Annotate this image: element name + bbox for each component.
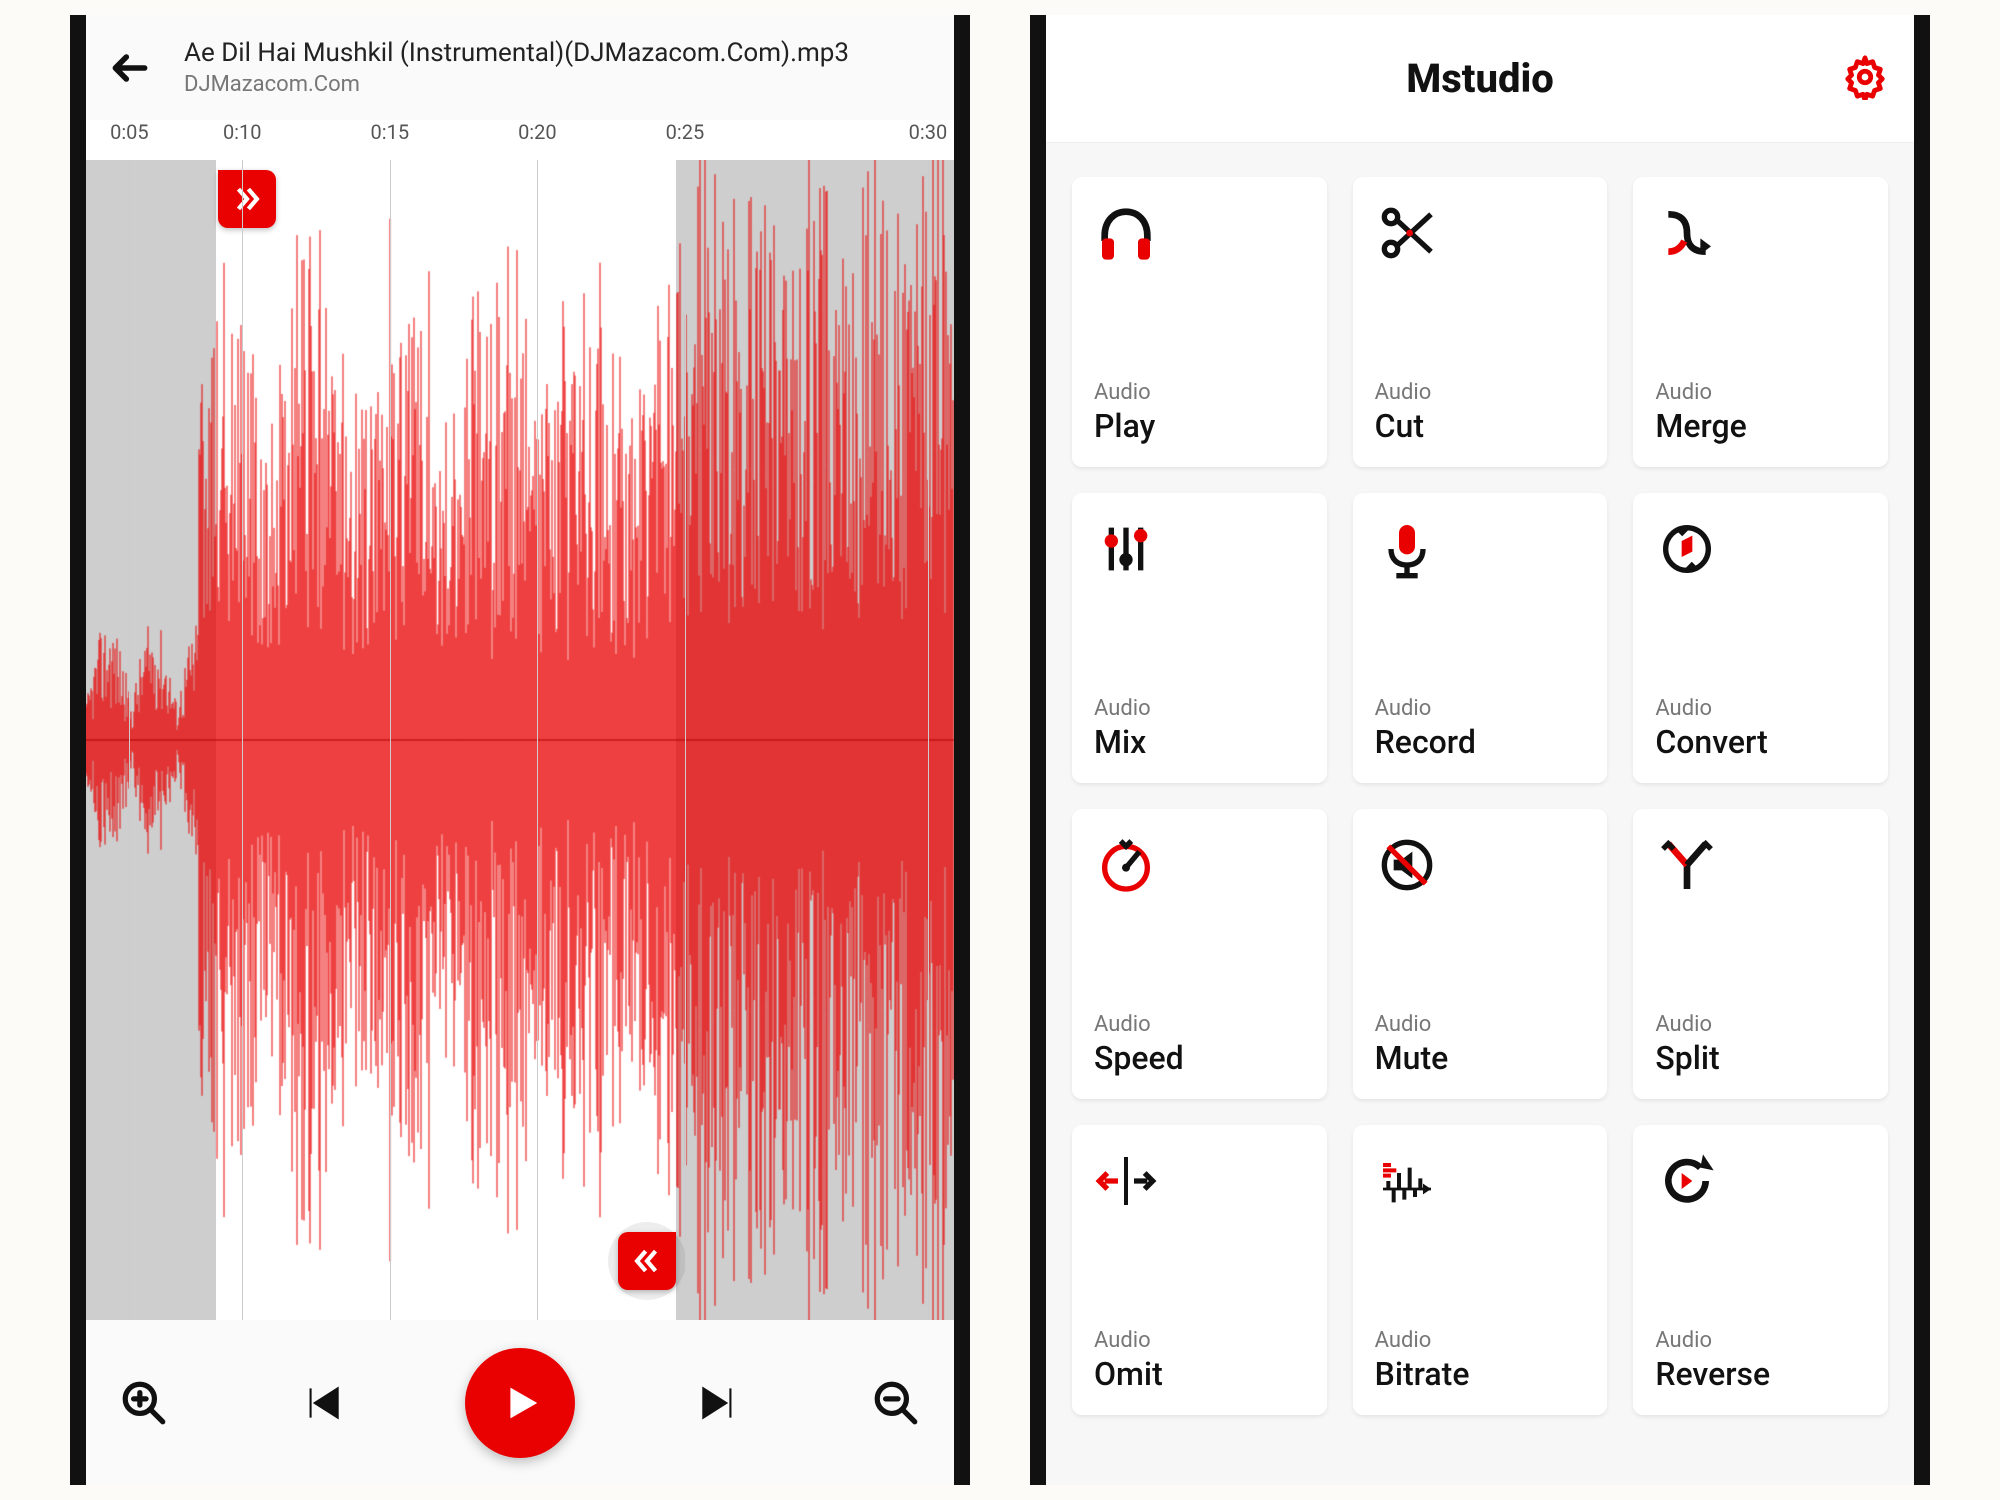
gridline bbox=[928, 160, 929, 1320]
settings-button[interactable] bbox=[1842, 54, 1888, 104]
split-icon bbox=[1655, 833, 1719, 897]
skip-previous-icon bbox=[296, 1378, 346, 1428]
tile-overline: Audio bbox=[1375, 380, 1586, 405]
mic-icon bbox=[1375, 517, 1439, 581]
home-grid-screen: Mstudio AudioPlayAudioCutAudioMergeAudio… bbox=[1030, 15, 1930, 1485]
tile-omit[interactable]: AudioOmit bbox=[1072, 1125, 1327, 1415]
time-tick: 0:30 bbox=[909, 120, 948, 144]
time-tick: 0:20 bbox=[518, 120, 557, 144]
gridline bbox=[129, 160, 130, 1320]
tile-record[interactable]: AudioRecord bbox=[1353, 493, 1608, 783]
tile-label: Cut bbox=[1375, 407, 1586, 445]
tile-split[interactable]: AudioSplit bbox=[1633, 809, 1888, 1099]
gridline bbox=[242, 160, 243, 1320]
track-title: Ae Dil Hai Mushkil (Instrumental)(DJMaza… bbox=[184, 38, 934, 68]
play-button[interactable] bbox=[465, 1348, 575, 1458]
zoom-in-button[interactable] bbox=[112, 1371, 176, 1435]
gridline bbox=[390, 160, 391, 1320]
selection-start-handle[interactable] bbox=[218, 170, 276, 228]
tile-label: Merge bbox=[1655, 407, 1866, 445]
tile-mix[interactable]: AudioMix bbox=[1072, 493, 1327, 783]
bitrate-icon bbox=[1375, 1149, 1439, 1213]
tile-overline: Audio bbox=[1655, 1328, 1866, 1353]
zoom-out-icon bbox=[871, 1378, 921, 1428]
tile-overline: Audio bbox=[1655, 380, 1866, 405]
tile-overline: Audio bbox=[1655, 696, 1866, 721]
skip-next-icon bbox=[695, 1378, 745, 1428]
arrow-left-icon bbox=[108, 46, 152, 90]
tile-label: Bitrate bbox=[1375, 1355, 1586, 1393]
tile-label: Split bbox=[1655, 1039, 1866, 1077]
zoom-in-icon bbox=[119, 1378, 169, 1428]
feature-grid: AudioPlayAudioCutAudioMergeAudioMixAudio… bbox=[1046, 143, 1914, 1485]
scissors-icon bbox=[1375, 201, 1439, 265]
tile-label: Omit bbox=[1094, 1355, 1305, 1393]
convert-icon bbox=[1655, 517, 1719, 581]
play-icon bbox=[497, 1380, 543, 1426]
prev-track-button[interactable] bbox=[289, 1371, 353, 1435]
merge-icon bbox=[1655, 201, 1719, 265]
tile-overline: Audio bbox=[1375, 1012, 1586, 1037]
tile-overline: Audio bbox=[1094, 1328, 1305, 1353]
chevron-double-right-icon bbox=[230, 182, 264, 216]
waveform-area[interactable]: 0:05 0:10 0:15 0:20 0:25 0:30 bbox=[86, 120, 954, 1320]
headphones-icon bbox=[1094, 201, 1158, 265]
player-controls bbox=[86, 1321, 954, 1485]
selection-end-handle[interactable] bbox=[618, 1232, 676, 1290]
home-header: Mstudio bbox=[1046, 15, 1914, 143]
tile-merge[interactable]: AudioMerge bbox=[1633, 177, 1888, 467]
sliders-icon bbox=[1094, 517, 1158, 581]
gridline bbox=[537, 160, 538, 1320]
chevron-double-left-icon bbox=[630, 1244, 664, 1278]
tile-overline: Audio bbox=[1375, 696, 1586, 721]
gear-icon bbox=[1842, 54, 1888, 100]
mute-icon bbox=[1375, 833, 1439, 897]
tile-reverse[interactable]: AudioReverse bbox=[1633, 1125, 1888, 1415]
waveform-canvas[interactable] bbox=[86, 160, 954, 1320]
tile-mute[interactable]: AudioMute bbox=[1353, 809, 1608, 1099]
zoom-out-button[interactable] bbox=[864, 1371, 928, 1435]
tile-overline: Audio bbox=[1094, 1012, 1305, 1037]
tile-overline: Audio bbox=[1375, 1328, 1586, 1353]
omit-icon bbox=[1094, 1149, 1158, 1213]
time-tick: 0:05 bbox=[110, 120, 149, 144]
time-tick: 0:10 bbox=[223, 120, 262, 144]
tile-label: Mute bbox=[1375, 1039, 1586, 1077]
tile-speed[interactable]: AudioSpeed bbox=[1072, 809, 1327, 1099]
editor-header: Ae Dil Hai Mushkil (Instrumental)(DJMaza… bbox=[86, 15, 954, 120]
next-track-button[interactable] bbox=[688, 1371, 752, 1435]
tile-convert[interactable]: AudioConvert bbox=[1633, 493, 1888, 783]
tile-overline: Audio bbox=[1094, 696, 1305, 721]
waveform-editor-screen: Ae Dil Hai Mushkil (Instrumental)(DJMaza… bbox=[70, 15, 970, 1485]
tile-bitrate[interactable]: AudioBitrate bbox=[1353, 1125, 1608, 1415]
speed-icon bbox=[1094, 833, 1158, 897]
tile-label: Speed bbox=[1094, 1039, 1305, 1077]
tile-overline: Audio bbox=[1094, 380, 1305, 405]
tile-cut[interactable]: AudioCut bbox=[1353, 177, 1608, 467]
gridline bbox=[685, 160, 686, 1320]
back-button[interactable] bbox=[106, 44, 154, 92]
tile-label: Mix bbox=[1094, 723, 1305, 761]
tile-label: Reverse bbox=[1655, 1355, 1866, 1393]
time-tick: 0:25 bbox=[666, 120, 705, 144]
tile-label: Convert bbox=[1655, 723, 1866, 761]
tile-play[interactable]: AudioPlay bbox=[1072, 177, 1327, 467]
app-title: Mstudio bbox=[1406, 55, 1554, 102]
reverse-icon bbox=[1655, 1149, 1719, 1213]
time-ruler: 0:05 0:10 0:15 0:20 0:25 0:30 bbox=[86, 120, 954, 160]
time-tick: 0:15 bbox=[371, 120, 410, 144]
track-subtitle: DJMazacom.Com bbox=[184, 72, 934, 97]
tile-label: Play bbox=[1094, 407, 1305, 445]
tile-label: Record bbox=[1375, 723, 1586, 761]
title-block: Ae Dil Hai Mushkil (Instrumental)(DJMaza… bbox=[184, 38, 934, 97]
tile-overline: Audio bbox=[1655, 1012, 1866, 1037]
